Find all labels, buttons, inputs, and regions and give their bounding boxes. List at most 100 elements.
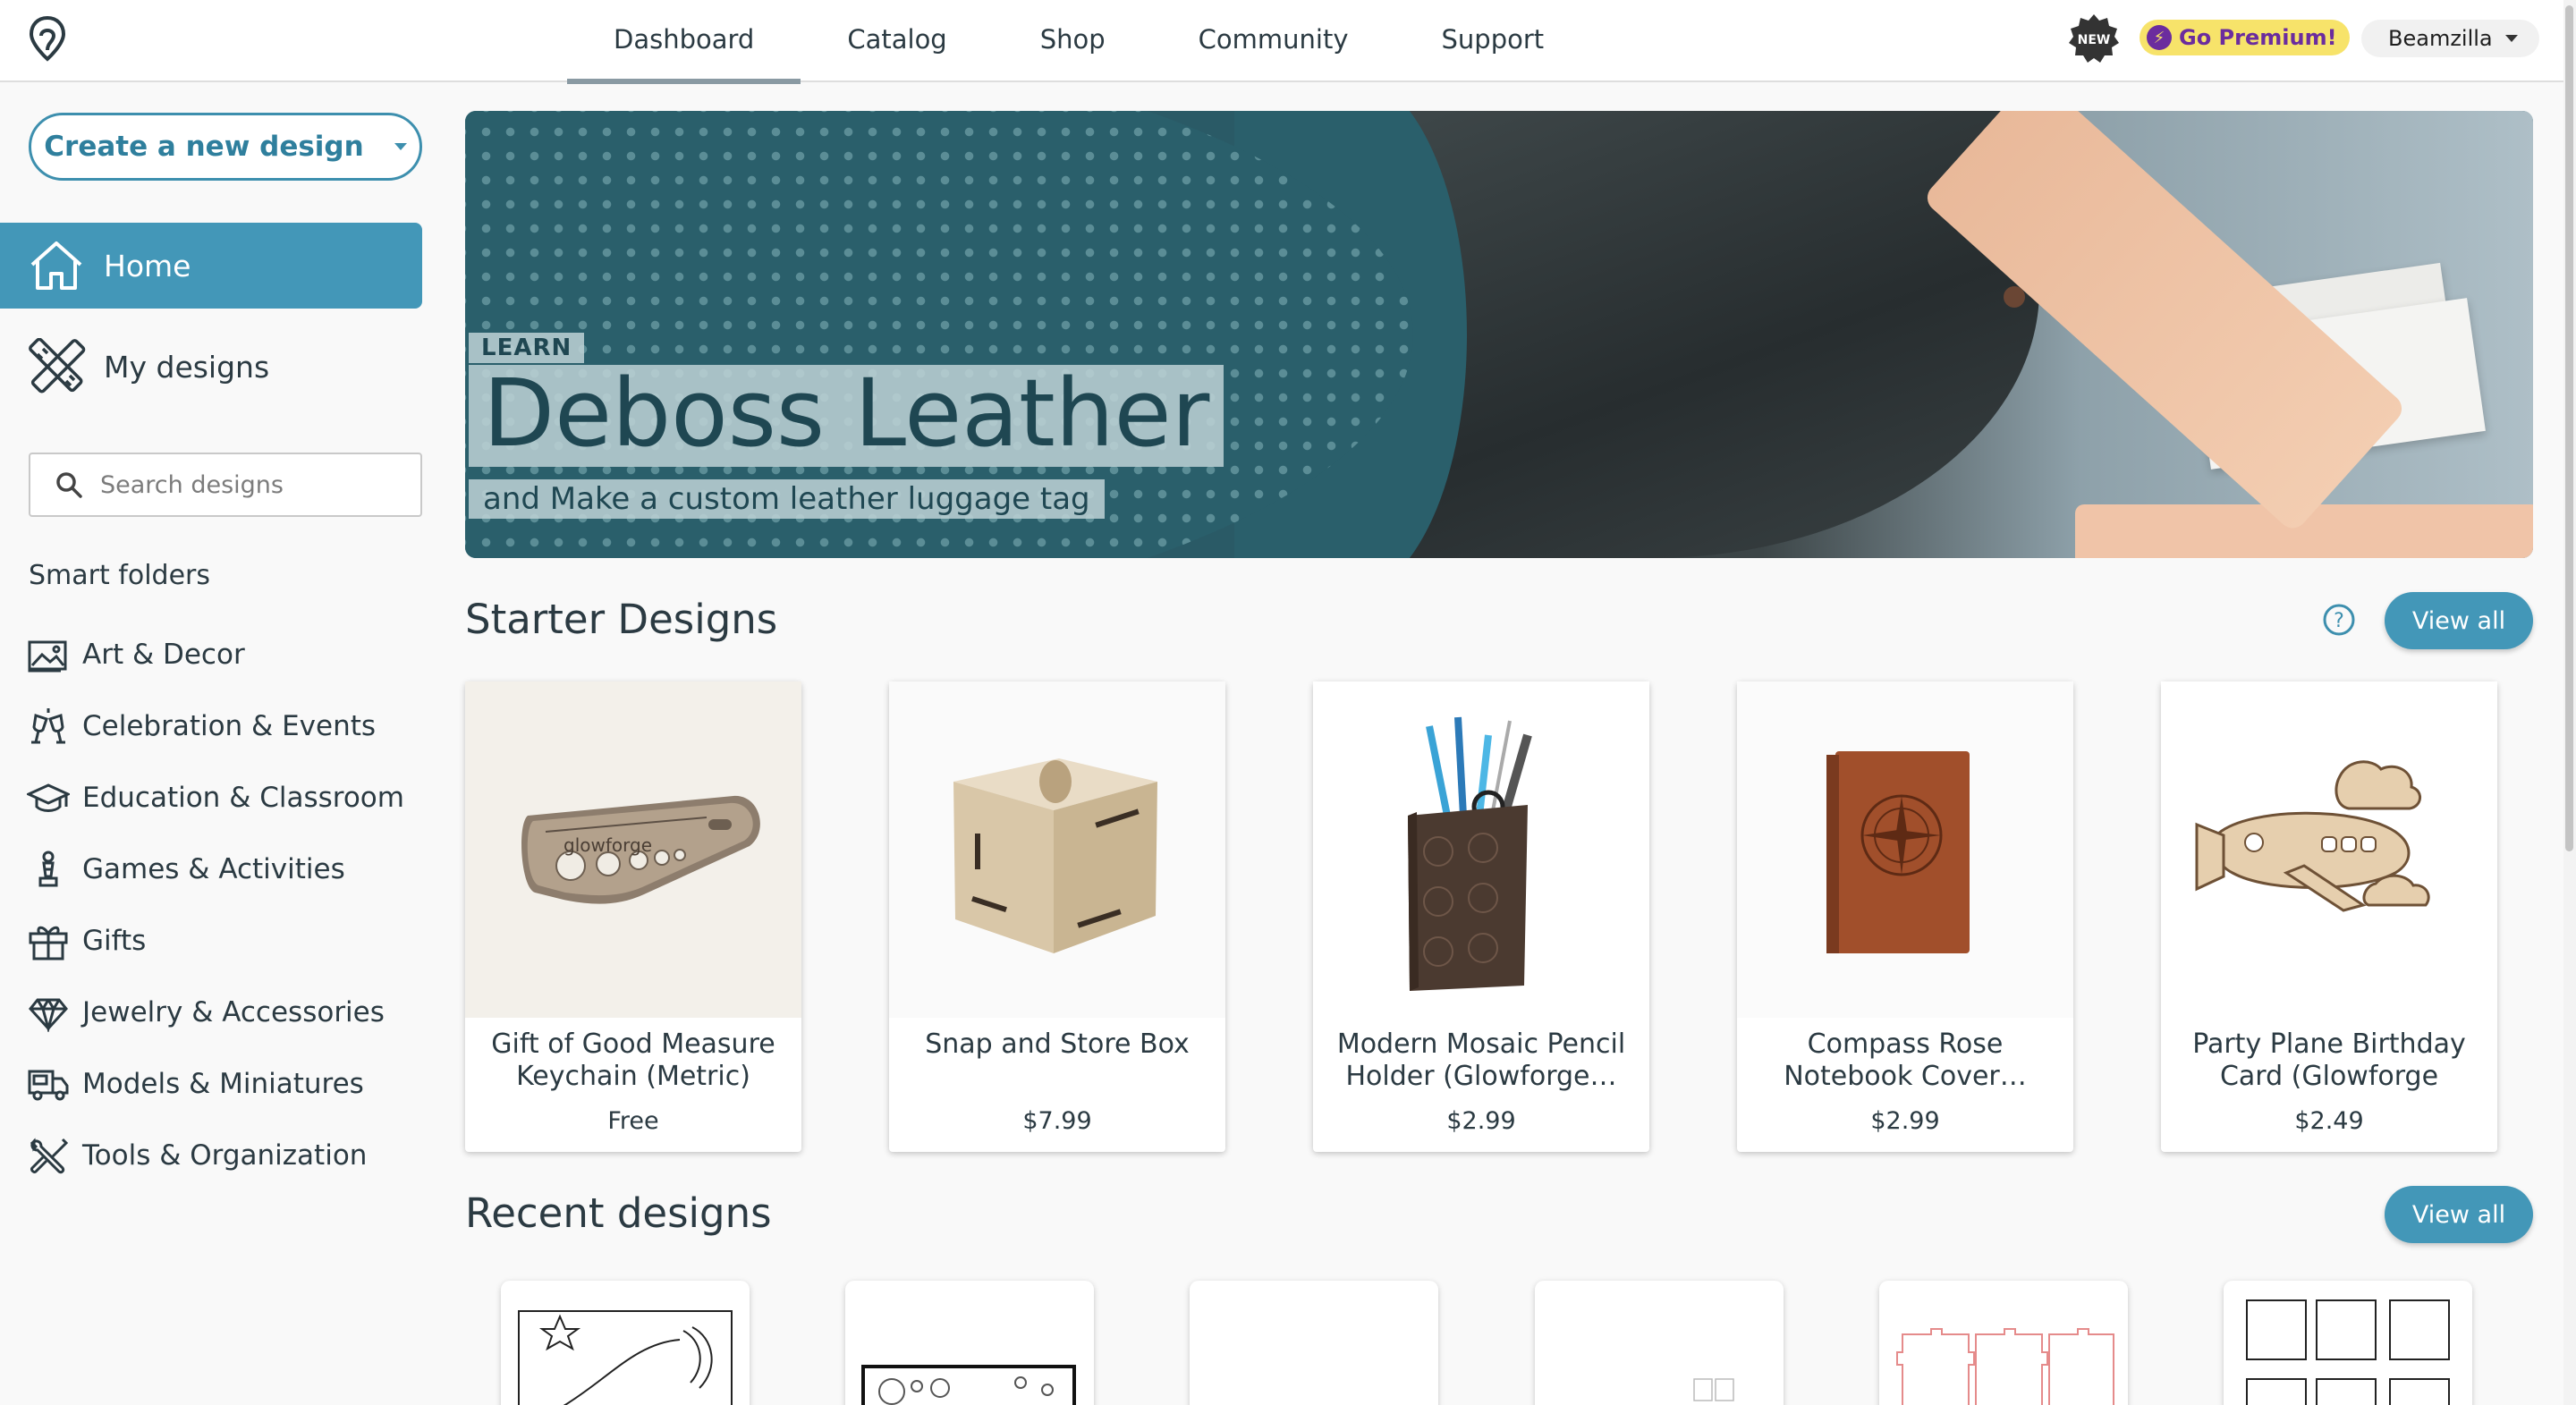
design-name: Gift of Good Measure Keychain (Metric): [491, 1028, 775, 1092]
recent-design-thumbnail[interactable]: [1190, 1281, 1439, 1405]
folder-celebration-events[interactable]: Celebration & Events: [27, 690, 420, 762]
folder-tools-organization[interactable]: Tools & Organization: [27, 1120, 420, 1191]
notebook-cover-image: [1826, 751, 1970, 953]
sidebar-item-label: My designs: [104, 349, 270, 385]
tools-icon: [30, 1138, 69, 1174]
create-new-design-button[interactable]: Create a new design: [29, 113, 422, 181]
design-name: Compass Rose Notebook Cover…: [1784, 1028, 2027, 1092]
hero-title: Deboss Leather: [469, 365, 1224, 467]
ruler-pencil-icon: [29, 338, 86, 394]
design-name: Modern Mosaic Pencil Holder (Glowforge…: [1336, 1028, 1626, 1092]
truck-icon: [28, 1070, 69, 1101]
recent-design-thumbnail[interactable]: [1534, 1281, 1784, 1405]
glowforge-logo-icon[interactable]: [27, 14, 68, 64]
recent-design-preview: [2245, 1299, 2450, 1405]
recent-design-thumbnail[interactable]: [845, 1281, 1095, 1405]
go-premium-button[interactable]: ⚡ Go Premium!: [2140, 20, 2350, 55]
chess-piece-icon: [38, 851, 58, 887]
sidebar-item-my-designs[interactable]: My designs: [0, 326, 422, 408]
design-name: Snap and Store Box: [925, 1028, 1190, 1060]
keychain-thumbnail: glowforge: [465, 681, 801, 1018]
recent-design-thumbnail[interactable]: [2223, 1281, 2472, 1405]
design-price: $2.49: [2294, 1107, 2364, 1135]
design-price: $2.99: [1870, 1107, 1940, 1135]
folder-games-activities[interactable]: Games & Activities: [27, 834, 420, 905]
folder-label: Celebration & Events: [82, 710, 377, 742]
tab-shop[interactable]: Shop: [994, 0, 1152, 82]
folder-label: Jewelry & Accessories: [82, 996, 385, 1028]
diamond-icon: [29, 998, 68, 1032]
starter-designs-heading: Starter Designs: [465, 596, 778, 643]
recent-design-thumbnail[interactable]: [1878, 1281, 2128, 1405]
help-icon[interactable]: ?: [2322, 603, 2356, 637]
folder-art-decor[interactable]: Art & Decor: [27, 619, 420, 690]
hero-banner-deboss-leather[interactable]: LEARN Deboss Leather and Make a custom l…: [465, 111, 2533, 558]
image-icon: [28, 640, 67, 673]
design-card[interactable]: Modern Mosaic Pencil Holder (Glowforge… …: [1313, 681, 1649, 1152]
design-card[interactable]: Party Plane Birthday Card (Glowforge Lau…: [2161, 681, 2497, 1152]
smart-folders-heading: Smart folders: [29, 560, 210, 591]
recent-design-preview: [1895, 1328, 2114, 1405]
recent-designs-heading: Recent designs: [465, 1189, 772, 1237]
graduation-cap-icon: [27, 783, 70, 812]
home-icon: [30, 241, 82, 290]
design-price: $7.99: [1022, 1107, 1092, 1135]
new-badge-icon[interactable]: NEW: [2068, 13, 2120, 64]
folder-gifts[interactable]: Gifts: [27, 905, 420, 977]
recent-designs-list: [501, 1281, 2472, 1405]
tab-dashboard[interactable]: Dashboard: [567, 0, 801, 84]
gift-icon: [29, 926, 68, 961]
recent-design-preview: [861, 1365, 1077, 1405]
design-card[interactable]: glowforge Gift of Good Measure Keychain …: [465, 681, 801, 1152]
folder-label: Games & Activities: [82, 853, 345, 885]
svg-text:?: ?: [2334, 610, 2344, 632]
sidebar-item-home[interactable]: Home: [0, 223, 422, 309]
notebook-cover-thumbnail: [1737, 681, 2073, 1018]
svg-text:glowforge: glowforge: [564, 834, 652, 856]
recent-design-preview: [1692, 1378, 1734, 1401]
search-designs-field[interactable]: [29, 453, 422, 517]
box-thumbnail: [889, 681, 1225, 1018]
user-menu-dropdown[interactable]: Beamzilla: [2361, 20, 2539, 57]
folder-label: Tools & Organization: [82, 1139, 368, 1172]
starter-view-all-button[interactable]: View all: [2385, 592, 2533, 649]
pencil-holder-image: [1408, 716, 1532, 991]
main-nav-tabs: Dashboard Catalog Shop Community Support: [567, 0, 1591, 84]
folder-models-miniatures[interactable]: Models & Miniatures: [27, 1048, 420, 1120]
search-icon: [56, 472, 82, 498]
design-name: Party Plane Birthday Card (Glowforge Lau…: [2192, 1028, 2466, 1092]
top-navigation-bar: Dashboard Catalog Shop Community Support…: [0, 0, 2563, 84]
snap-box-image: [953, 758, 1157, 953]
chevron-down-icon: [2504, 35, 2518, 42]
keychain-image: glowforge: [521, 795, 760, 904]
tab-community[interactable]: Community: [1152, 0, 1395, 82]
create-new-design-label: Create a new design: [44, 131, 364, 163]
sidebar-item-label: Home: [104, 248, 191, 284]
smart-folders-list: Art & Decor Celebration & Events Educati…: [27, 619, 420, 1191]
folder-label: Education & Classroom: [82, 782, 404, 814]
folder-jewelry-accessories[interactable]: Jewelry & Accessories: [27, 977, 420, 1048]
design-card[interactable]: Compass Rose Notebook Cover… $2.99: [1737, 681, 2073, 1152]
page-scrollbar-thumb[interactable]: [2565, 5, 2573, 851]
folder-label: Models & Miniatures: [82, 1068, 364, 1100]
tab-support[interactable]: Support: [1395, 0, 1591, 82]
folder-label: Gifts: [82, 925, 147, 957]
search-input[interactable]: [100, 470, 404, 499]
tag-hole: [2004, 286, 2025, 308]
glasses-toast-icon: [31, 708, 65, 744]
design-price: Free: [607, 1107, 659, 1135]
design-card[interactable]: Snap and Store Box $7.99: [889, 681, 1225, 1152]
pencil-holder-thumbnail: [1313, 681, 1649, 1018]
recent-view-all-button[interactable]: View all: [2385, 1186, 2533, 1243]
recent-design-preview: [518, 1310, 733, 1405]
starter-designs-list: glowforge Gift of Good Measure Keychain …: [465, 681, 2497, 1152]
recent-design-thumbnail[interactable]: [501, 1281, 750, 1405]
hero-subtitle: and Make a custom leather luggage tag: [469, 479, 1105, 519]
party-plane-thumbnail: [2161, 681, 2497, 1018]
go-premium-label: Go Premium!: [2179, 25, 2337, 50]
design-price: $2.99: [1446, 1107, 1516, 1135]
chevron-down-icon: [394, 143, 407, 150]
folder-education-classroom[interactable]: Education & Classroom: [27, 762, 420, 834]
tab-catalog[interactable]: Catalog: [801, 0, 993, 82]
lightning-bolt-icon: ⚡: [2147, 25, 2172, 50]
